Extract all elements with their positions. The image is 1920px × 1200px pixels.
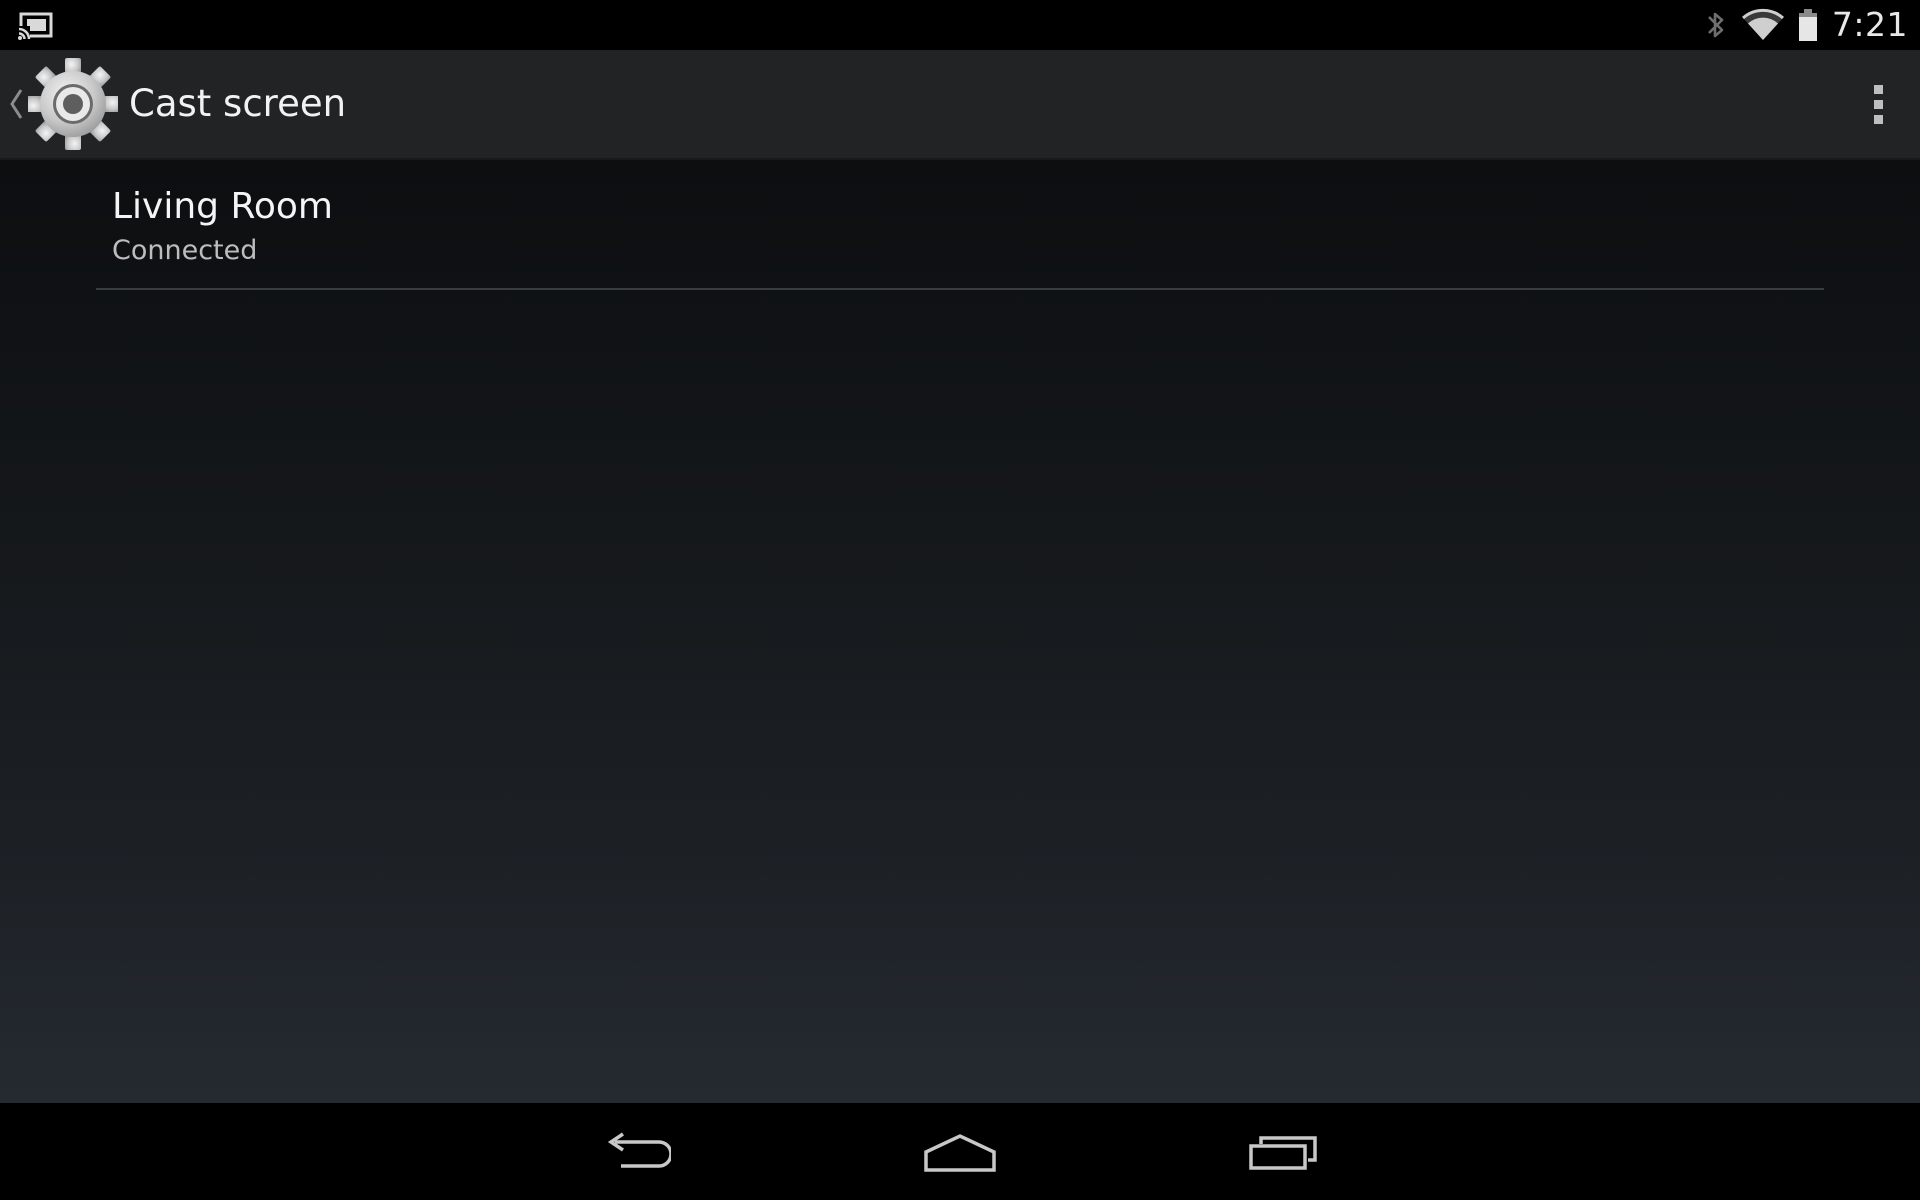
status-bar: 7:21 xyxy=(0,0,1920,50)
screen: 7:21 Cast screen Living Room Connected xyxy=(0,0,1920,1200)
device-item-living-room[interactable]: Living Room Connected xyxy=(96,160,1824,290)
up-navigation-button[interactable]: Cast screen xyxy=(0,50,346,158)
device-name: Living Room xyxy=(112,186,333,227)
back-icon xyxy=(607,1132,671,1168)
bluetooth-icon xyxy=(1707,12,1724,38)
home-button[interactable] xyxy=(880,1103,1040,1200)
overflow-menu-button[interactable] xyxy=(1858,78,1898,130)
page-title: Cast screen xyxy=(129,82,347,125)
status-clock: 7:21 xyxy=(1831,5,1908,44)
recents-button[interactable] xyxy=(1204,1103,1364,1200)
overflow-menu-icon xyxy=(1873,99,1883,109)
action-bar: Cast screen xyxy=(0,50,1920,160)
home-icon xyxy=(924,1133,996,1172)
overflow-menu-icon xyxy=(1873,114,1883,124)
status-icons: 7:21 xyxy=(1704,0,1908,50)
device-status: Connected xyxy=(112,235,258,266)
cast-icon xyxy=(18,12,53,40)
chevron-left-icon xyxy=(10,89,23,119)
back-button[interactable] xyxy=(556,1103,716,1200)
overflow-menu-icon xyxy=(1873,84,1883,94)
battery-icon xyxy=(1798,9,1817,41)
settings-gear-icon xyxy=(28,58,118,150)
device-list: Living Room Connected xyxy=(0,160,1920,1103)
wifi-icon xyxy=(1741,8,1784,40)
navigation-bar xyxy=(0,1103,1920,1200)
recents-icon xyxy=(1249,1135,1317,1170)
